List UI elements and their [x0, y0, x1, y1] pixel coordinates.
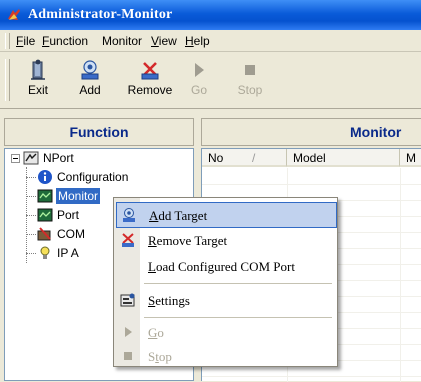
menu-file[interactable]: File	[16, 34, 35, 48]
menu-item-go[interactable]: Go	[116, 320, 335, 344]
stop-button[interactable]: Stop	[224, 57, 276, 105]
column-header-m[interactable]: M	[400, 149, 421, 167]
go-label: Go	[190, 83, 207, 97]
column-header-model[interactable]: Model	[287, 149, 400, 167]
toolbar-grip	[5, 59, 10, 101]
menu-help[interactable]: Help	[185, 34, 210, 48]
port-monitor-icon	[37, 208, 53, 222]
remove-label: Remove	[127, 83, 173, 97]
add-label: Add	[79, 83, 101, 97]
context-menu: Add Target Remove Target Load Configured…	[113, 197, 338, 367]
window-title: Administrator-Monitor	[28, 7, 173, 22]
sort-indicator-icon: /	[252, 151, 256, 165]
monitor-icon	[37, 189, 53, 203]
menu-bar: File Function Monitor View Help	[0, 30, 421, 52]
exit-button[interactable]: Exit	[12, 57, 64, 105]
app-icon	[8, 9, 20, 20]
play-icon	[195, 63, 204, 77]
exit-icon	[31, 59, 45, 80]
exit-label: Exit	[27, 83, 48, 97]
menu-view[interactable]: View	[151, 34, 177, 48]
stop-label: Stop	[237, 83, 263, 97]
menu-separator	[144, 317, 332, 318]
tree-connector	[26, 215, 36, 216]
remove-target-icon	[141, 62, 159, 80]
settings-icon	[120, 293, 135, 307]
menu-item-load-configured-com-port[interactable]: Load Configured COM Port	[116, 254, 335, 278]
stop-icon	[124, 352, 132, 360]
menu-function[interactable]: Function	[42, 34, 88, 48]
add-target-icon	[81, 60, 99, 80]
remove-button[interactable]: Remove	[124, 57, 176, 105]
menu-separator	[144, 283, 332, 284]
remove-target-icon	[122, 233, 134, 247]
nport-device-icon	[23, 151, 39, 165]
com-mapping-icon	[37, 227, 51, 241]
menubar-grip	[5, 33, 10, 49]
monitor-panel-title: Monitor	[201, 118, 421, 146]
collapse-toggle[interactable]	[11, 154, 20, 163]
menu-monitor[interactable]: Monitor	[102, 34, 142, 48]
function-panel-title: Function	[4, 118, 194, 146]
menu-item-remove-target[interactable]: Remove Target	[116, 228, 335, 252]
go-button[interactable]: Go	[173, 57, 225, 105]
info-icon	[38, 170, 52, 184]
tree-connector	[26, 234, 36, 235]
menu-item-add-target[interactable]: Add Target	[116, 202, 337, 228]
title-bar[interactable]: Administrator-Monitor	[0, 0, 421, 30]
play-icon	[125, 327, 132, 337]
add-target-icon	[123, 208, 135, 222]
menu-item-settings[interactable]: Settings	[116, 288, 335, 312]
tree-connector	[26, 177, 36, 178]
toolbar: Exit Add Remove Go Stop	[0, 53, 421, 109]
grid-row	[202, 168, 421, 185]
column-header-no[interactable]: No /	[202, 149, 287, 167]
stop-icon	[245, 65, 255, 75]
add-button[interactable]: Add	[64, 57, 116, 105]
menu-item-stop[interactable]: Stop	[116, 344, 335, 368]
tree-connector	[26, 253, 36, 254]
lightbulb-icon	[40, 246, 50, 259]
tree-connector	[26, 196, 36, 197]
